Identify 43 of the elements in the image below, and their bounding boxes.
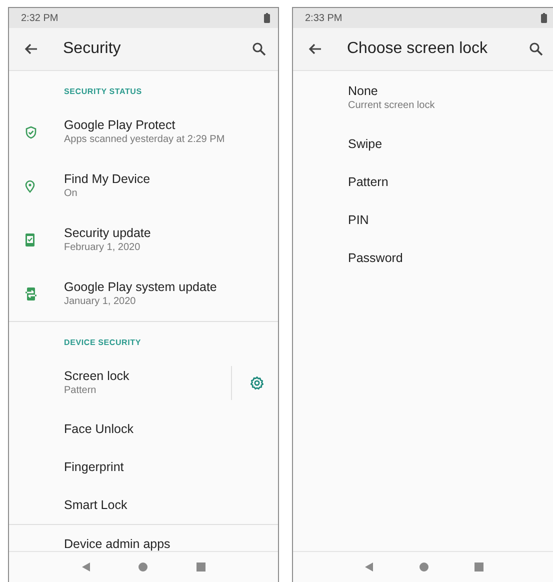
search-icon[interactable]: [529, 42, 543, 56]
search-icon[interactable]: [252, 42, 266, 56]
item-summary: January 1, 2020: [64, 295, 137, 309]
screen-title: Choose screen lock: [347, 40, 489, 58]
back-arrow-icon[interactable]: [23, 41, 39, 57]
phone-check-icon: [25, 233, 35, 247]
item-summary: February 1, 2020: [64, 241, 142, 255]
item-title[interactable]: Find My Device: [64, 171, 264, 187]
item-summary: Pattern: [64, 384, 98, 398]
shield-icon: [25, 126, 37, 138]
item-summary: Current screen lock: [348, 99, 436, 113]
item-summary: Apps scanned yesterday at 2:29 PM: [64, 133, 226, 147]
item-title[interactable]: Swipe: [348, 136, 541, 152]
item-title[interactable]: Smart Lock: [64, 497, 264, 513]
item-title[interactable]: Pattern: [348, 174, 541, 190]
status-time: 2:32 PM: [21, 12, 58, 24]
item-title[interactable]: Screen lock: [64, 368, 231, 384]
item-title[interactable]: Device admin apps: [64, 536, 264, 551]
recents-square-icon[interactable]: [196, 562, 206, 572]
item-title[interactable]: PIN: [348, 212, 541, 228]
back-arrow-icon[interactable]: [307, 41, 323, 57]
section-header: DEVICE SECURITY: [63, 337, 142, 349]
item-title[interactable]: Fingerprint: [64, 459, 264, 475]
back-triangle-icon[interactable]: [364, 562, 374, 572]
section-header: SECURITY STATUS: [63, 86, 143, 98]
location-pin-icon: [25, 180, 35, 192]
item-title[interactable]: None: [348, 83, 541, 99]
home-circle-icon[interactable]: [138, 562, 148, 572]
item-title[interactable]: Security update: [64, 225, 264, 241]
item-summary: On: [64, 187, 78, 201]
screen-title: Security: [63, 40, 122, 58]
phone-sync-icon: [25, 287, 37, 301]
battery-icon: [541, 13, 547, 23]
item-title[interactable]: Google Play Protect: [64, 117, 264, 133]
item-title[interactable]: Face Unlock: [64, 421, 264, 437]
status-time: 2:33 PM: [305, 12, 342, 24]
item-title[interactable]: Password: [348, 250, 541, 266]
home-circle-icon[interactable]: [418, 562, 429, 572]
recents-square-icon[interactable]: [474, 562, 484, 572]
back-triangle-icon[interactable]: [80, 562, 91, 572]
item-title[interactable]: Google Play system update: [64, 279, 264, 295]
battery-icon: [264, 13, 270, 23]
settings-icon[interactable]: [250, 376, 264, 390]
